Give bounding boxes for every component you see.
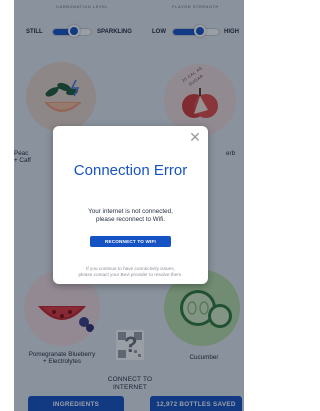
dialog-message-line1: Your internet is not connected, — [88, 208, 173, 215]
dialog-support-note: If you continue to have connectivity iss… — [59, 266, 202, 278]
close-icon[interactable]: ✕ — [188, 130, 202, 144]
dialog-message: Your internet is not connected, please r… — [63, 208, 198, 224]
dialog-title: Connection Error — [73, 162, 188, 179]
app-screen: CARBONATION LEVEL STILL SPARKLING FLAVOR… — [14, 0, 244, 411]
reconnect-to-wifi-button[interactable]: RECONNECT TO WIFI — [90, 236, 171, 247]
dialog-message-line2: please reconnect to Wifi. — [96, 216, 165, 223]
connection-error-dialog: ✕ Connection Error Your internet is not … — [53, 126, 208, 284]
dialog-note-line2: please contact your Bevi provider to res… — [78, 272, 183, 277]
